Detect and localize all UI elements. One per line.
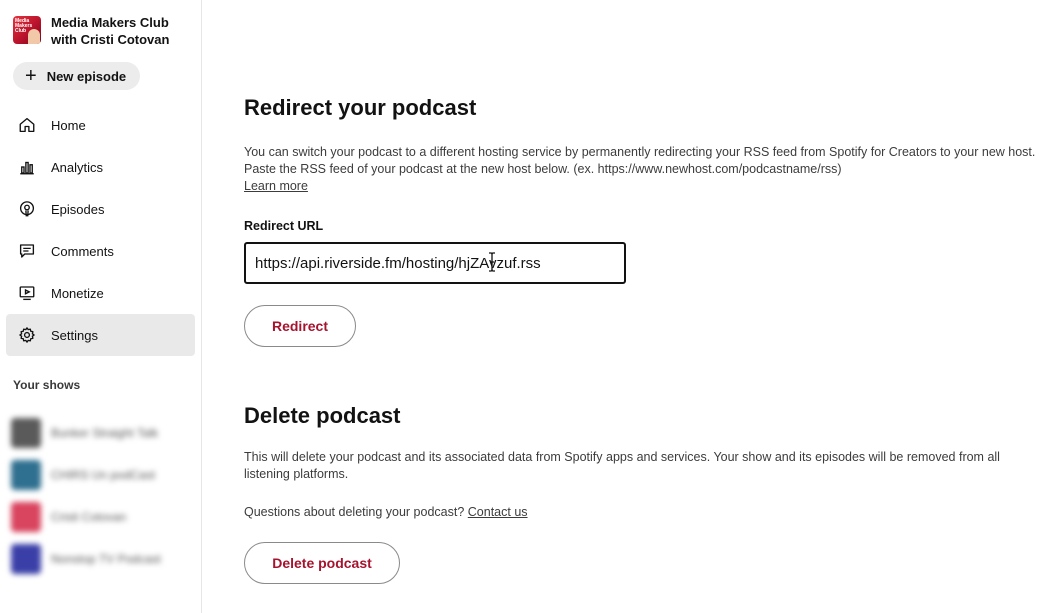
show-artwork: Media Makers Club — [13, 16, 41, 44]
current-show-header[interactable]: Media Makers Club Media Makers Club with… — [13, 14, 191, 48]
plus-icon: + — [25, 65, 37, 87]
sidebar-item-label: Comments — [51, 243, 114, 259]
show-item-name: Bunker Straight Talk — [51, 426, 159, 440]
shows-list: Bunker Straight Talk CHIRS Un podCast Cr… — [11, 412, 196, 580]
redirect-title: Redirect your podcast — [244, 95, 477, 120]
delete-podcast-button[interactable]: Delete podcast — [244, 542, 400, 584]
delete-description: This will delete your podcast and its as… — [244, 450, 1000, 481]
monetize-icon — [19, 286, 35, 301]
redirect-url-input[interactable] — [244, 242, 626, 284]
show-title: Media Makers Club with Cristi Cotovan — [51, 15, 170, 47]
comments-icon — [19, 244, 35, 258]
show-item[interactable]: Bunker Straight Talk — [11, 412, 196, 454]
show-item-name: Cristi Cotovan — [51, 510, 127, 524]
show-thumbnail — [11, 544, 41, 574]
new-episode-label: New episode — [46, 68, 127, 84]
show-thumbnail — [11, 502, 41, 532]
redirect-description-line2: Paste the RSS feed of your podcast at th… — [244, 162, 842, 176]
redirect-description-line1: You can switch your podcast to a differe… — [244, 145, 1036, 159]
show-thumbnail — [11, 460, 41, 490]
delete-question-text: Questions about deleting your podcast? — [244, 505, 465, 519]
show-item[interactable]: Cristi Cotovan — [11, 496, 196, 538]
show-item[interactable]: CHIRS Un podCast — [11, 454, 196, 496]
sidebar-item-comments[interactable]: Comments — [6, 230, 195, 272]
sidebar-nav: Home Analytics Episodes Comments Monetiz… — [6, 104, 195, 356]
sidebar-item-monetize[interactable]: Monetize — [6, 272, 195, 314]
sidebar-item-label: Home — [51, 117, 86, 133]
delete-title: Delete podcast — [244, 403, 401, 428]
redirect-url-label: Redirect URL — [244, 219, 324, 233]
analytics-icon — [20, 161, 34, 175]
sidebar-item-label: Episodes — [51, 201, 105, 217]
sidebar-item-label: Analytics — [51, 159, 104, 175]
contact-us-link[interactable]: Contact us — [468, 505, 528, 519]
sidebar-item-settings[interactable]: Settings — [6, 314, 195, 356]
home-icon — [19, 117, 35, 133]
sidebar: Media Makers Club Media Makers Club with… — [0, 0, 202, 613]
show-item-name: CHIRS Un podCast — [51, 468, 156, 482]
redirect-button[interactable]: Redirect — [244, 305, 356, 347]
text-cursor-icon — [489, 252, 495, 272]
sidebar-item-home[interactable]: Home — [6, 104, 195, 146]
sidebar-item-episodes[interactable]: Episodes — [6, 188, 195, 230]
gear-icon — [19, 327, 35, 343]
your-shows-heading: Your shows — [13, 378, 81, 392]
sidebar-item-analytics[interactable]: Analytics — [6, 146, 195, 188]
learn-more-link[interactable]: Learn more — [244, 179, 308, 193]
redirect-description: You can switch your podcast to a differe… — [244, 144, 1039, 195]
show-item[interactable]: Nonstop TV Podcast — [11, 538, 196, 580]
sidebar-item-label: Settings — [51, 327, 98, 343]
episodes-icon — [19, 201, 35, 217]
sidebar-item-label: Monetize — [51, 285, 104, 301]
delete-question: Questions about deleting your podcast? C… — [244, 504, 1039, 521]
show-thumbnail — [11, 418, 41, 448]
show-item-name: Nonstop TV Podcast — [51, 552, 161, 566]
new-episode-button[interactable]: + New episode — [13, 62, 140, 90]
